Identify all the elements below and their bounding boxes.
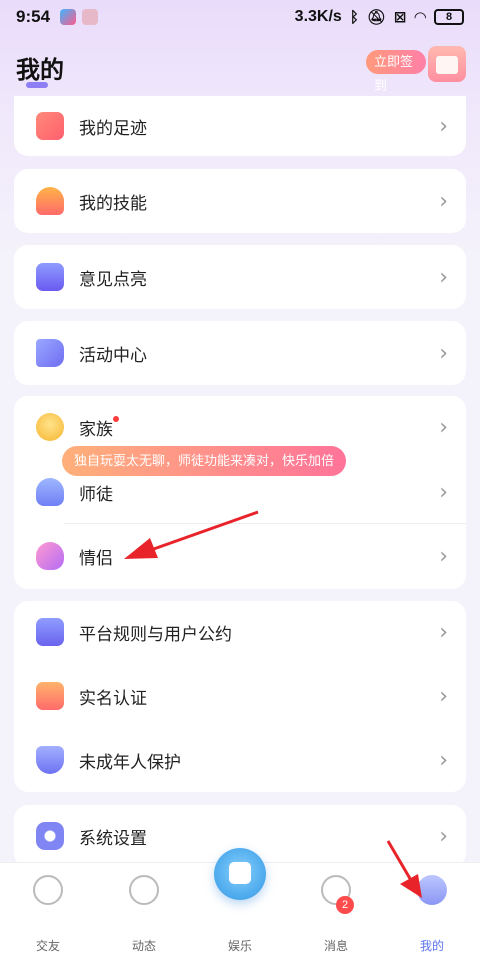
annotation-arrow-couple <box>124 510 422 898</box>
